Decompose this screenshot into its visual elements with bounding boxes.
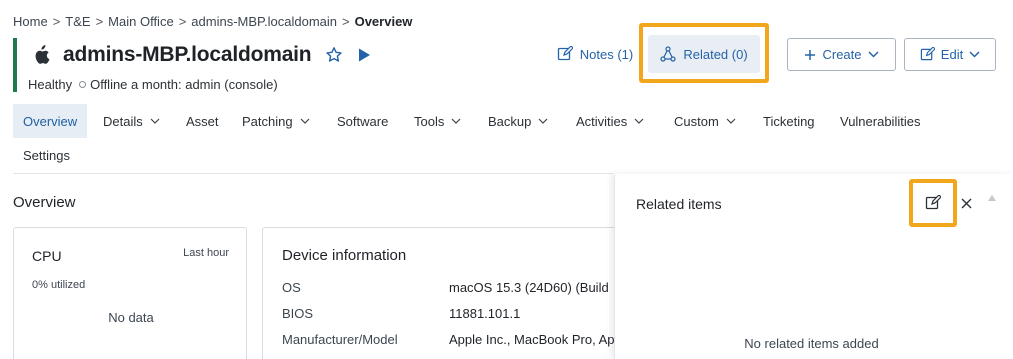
chevron-down-icon bbox=[300, 118, 310, 124]
tabs-divider bbox=[13, 173, 613, 174]
close-panel-button[interactable] bbox=[959, 196, 973, 210]
edit-label: Edit bbox=[940, 47, 964, 62]
related-icon bbox=[660, 46, 676, 62]
tab-patching[interactable]: Patching bbox=[232, 104, 320, 138]
play-icon[interactable] bbox=[357, 47, 371, 63]
device-info-card: Device information OS macOS 15.3 (24D60)… bbox=[262, 227, 642, 359]
tab-label: Software bbox=[337, 113, 389, 129]
tab-label: Asset bbox=[186, 113, 219, 129]
tab-ticketing[interactable]: Ticketing bbox=[753, 104, 825, 138]
related-items-panel: Related items No related items added bbox=[614, 174, 1013, 359]
tab-label: Custom bbox=[674, 113, 719, 129]
device-info-value: 11881.101.1 bbox=[449, 306, 521, 321]
cpu-time-range: Last hour bbox=[183, 247, 229, 259]
chevron-down-icon bbox=[538, 118, 548, 124]
device-info-label: BIOS bbox=[282, 306, 314, 321]
breadcrumb-separator: > bbox=[52, 14, 61, 29]
star-icon[interactable] bbox=[325, 46, 343, 64]
related-empty-state: No related items added bbox=[744, 336, 879, 351]
device-info-label: Manufacturer/Model bbox=[282, 332, 398, 347]
health-status: Healthy bbox=[28, 77, 73, 92]
cpu-card: CPU Last hour 0% utilized No data bbox=[13, 227, 247, 359]
device-info-value: macOS 15.3 (24D60) (Build bbox=[449, 280, 609, 295]
tab-label: Ticketing bbox=[763, 113, 815, 129]
device-title: admins-MBP.localdomain bbox=[63, 43, 312, 66]
tab-overview[interactable]: Overview bbox=[13, 104, 88, 138]
related-panel-title: Related items bbox=[636, 196, 722, 212]
tab-software[interactable]: Software bbox=[327, 104, 398, 138]
chevron-down-icon bbox=[150, 118, 160, 124]
cpu-utilization: 0% utilized bbox=[32, 279, 86, 291]
tab-label: Settings bbox=[23, 147, 70, 163]
tab-backup[interactable]: Backup bbox=[478, 104, 558, 138]
related-label: Related (0) bbox=[683, 46, 748, 62]
close-icon bbox=[961, 198, 971, 208]
breadcrumb-te[interactable]: T&E bbox=[65, 14, 90, 29]
create-button[interactable]: Create bbox=[787, 38, 896, 71]
breadcrumb-home[interactable]: Home bbox=[13, 14, 48, 29]
related-edit-button[interactable] bbox=[909, 179, 957, 227]
cpu-empty-state: No data bbox=[108, 310, 154, 325]
offline-indicator-icon bbox=[79, 81, 87, 88]
edit-icon bbox=[920, 47, 935, 61]
scroll-up-icon[interactable] bbox=[987, 194, 997, 202]
chevron-down-icon bbox=[867, 51, 879, 58]
chevron-down-icon bbox=[726, 118, 736, 124]
device-info-title: Device information bbox=[282, 247, 407, 264]
tab-vulnerabilities[interactable]: Vulnerabilities bbox=[830, 104, 930, 138]
tab-details[interactable]: Details bbox=[93, 104, 170, 138]
tab-custom[interactable]: Custom bbox=[664, 104, 746, 138]
tab-activities[interactable]: Activities bbox=[566, 104, 654, 138]
device-status-row: Healthy Offline a month: admin (console) bbox=[28, 77, 278, 92]
breadcrumb: Home > T&E > Main Office > admins-MBP.localdom… bbox=[13, 14, 412, 29]
chevron-down-icon bbox=[451, 118, 461, 124]
section-title: Overview bbox=[13, 194, 76, 211]
breadcrumb-device[interactable]: admins-MBP.localdomain bbox=[191, 14, 337, 29]
notes-label: Notes (1) bbox=[579, 46, 634, 62]
edit-icon bbox=[925, 195, 941, 210]
edit-button[interactable]: Edit bbox=[904, 38, 996, 71]
cpu-title: CPU bbox=[32, 248, 62, 264]
breadcrumb-separator: > bbox=[95, 14, 104, 29]
tab-settings[interactable]: Settings bbox=[13, 138, 80, 172]
tab-label: Overview bbox=[23, 113, 78, 129]
breadcrumb-separator: > bbox=[342, 14, 350, 29]
tab-label: Activities bbox=[576, 113, 628, 129]
status-accent-bar bbox=[13, 38, 17, 92]
tab-label: Backup bbox=[488, 113, 532, 129]
apple-icon bbox=[35, 45, 50, 64]
breadcrumb-separator: > bbox=[178, 14, 187, 29]
chevron-down-icon bbox=[969, 51, 980, 58]
tab-asset[interactable]: Asset bbox=[176, 104, 229, 138]
tab-label: Vulnerabilities bbox=[840, 113, 921, 129]
tab-label: Patching bbox=[242, 113, 293, 129]
related-button[interactable]: Related (0) bbox=[648, 35, 760, 73]
device-info-label: OS bbox=[282, 280, 301, 295]
notes-icon bbox=[557, 46, 573, 61]
device-title-row: admins-MBP.localdomain bbox=[32, 42, 371, 68]
breadcrumb-main-office[interactable]: Main Office bbox=[108, 14, 174, 29]
tab-label: Details bbox=[103, 113, 143, 129]
chevron-down-icon bbox=[634, 118, 644, 124]
device-info-value: Apple Inc., MacBook Pro, Ap bbox=[449, 332, 615, 347]
breadcrumb-current: Overview bbox=[354, 14, 413, 29]
create-label: Create bbox=[822, 47, 862, 62]
tab-label: Tools bbox=[414, 113, 445, 129]
connection-status: Offline a month: admin (console) bbox=[90, 77, 278, 92]
tab-tools[interactable]: Tools bbox=[404, 104, 471, 138]
notes-button[interactable]: Notes (1) bbox=[555, 40, 635, 68]
plus-icon bbox=[805, 49, 816, 60]
